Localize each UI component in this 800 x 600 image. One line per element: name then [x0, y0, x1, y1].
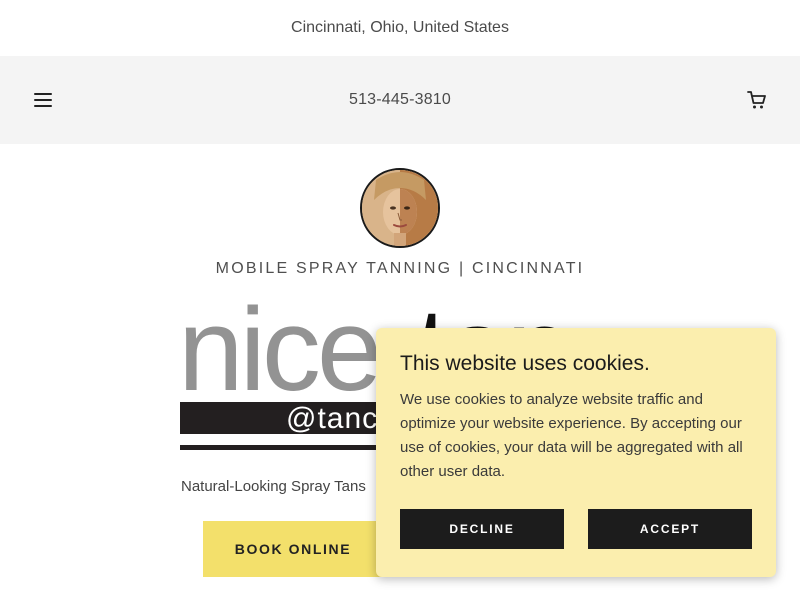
spray-tan-face-avatar [360, 168, 440, 248]
cookie-actions: DECLINE ACCEPT [400, 509, 752, 549]
logo-word-nice: nice [178, 298, 378, 416]
cookie-title: This website uses cookies. [400, 352, 650, 375]
book-online-button[interactable]: BOOK ONLINE [203, 521, 383, 577]
location-text: Cincinnati, Ohio, United States [291, 19, 509, 36]
decline-cookies-button[interactable]: DECLINE [400, 509, 564, 549]
site-header: 513-445-3810 [0, 56, 800, 144]
hero-tagline: MOBILE SPRAY TANNING | CINCINNATI [215, 260, 585, 277]
cookie-consent-banner: This website uses cookies. We use cookie… [376, 328, 776, 577]
hamburger-menu-icon[interactable] [32, 90, 54, 110]
phone-link[interactable]: 513-445-3810 [349, 91, 451, 109]
cookie-message: We use cookies to analyze website traffi… [400, 391, 743, 480]
hero-subtitle: Natural-Looking Spray Tans [181, 478, 366, 495]
location-bar: Cincinnati, Ohio, United States [0, 0, 800, 56]
shopping-cart-icon[interactable] [746, 89, 768, 111]
logo-handle: @tanc [286, 402, 378, 435]
accept-cookies-button[interactable]: ACCEPT [588, 509, 752, 549]
